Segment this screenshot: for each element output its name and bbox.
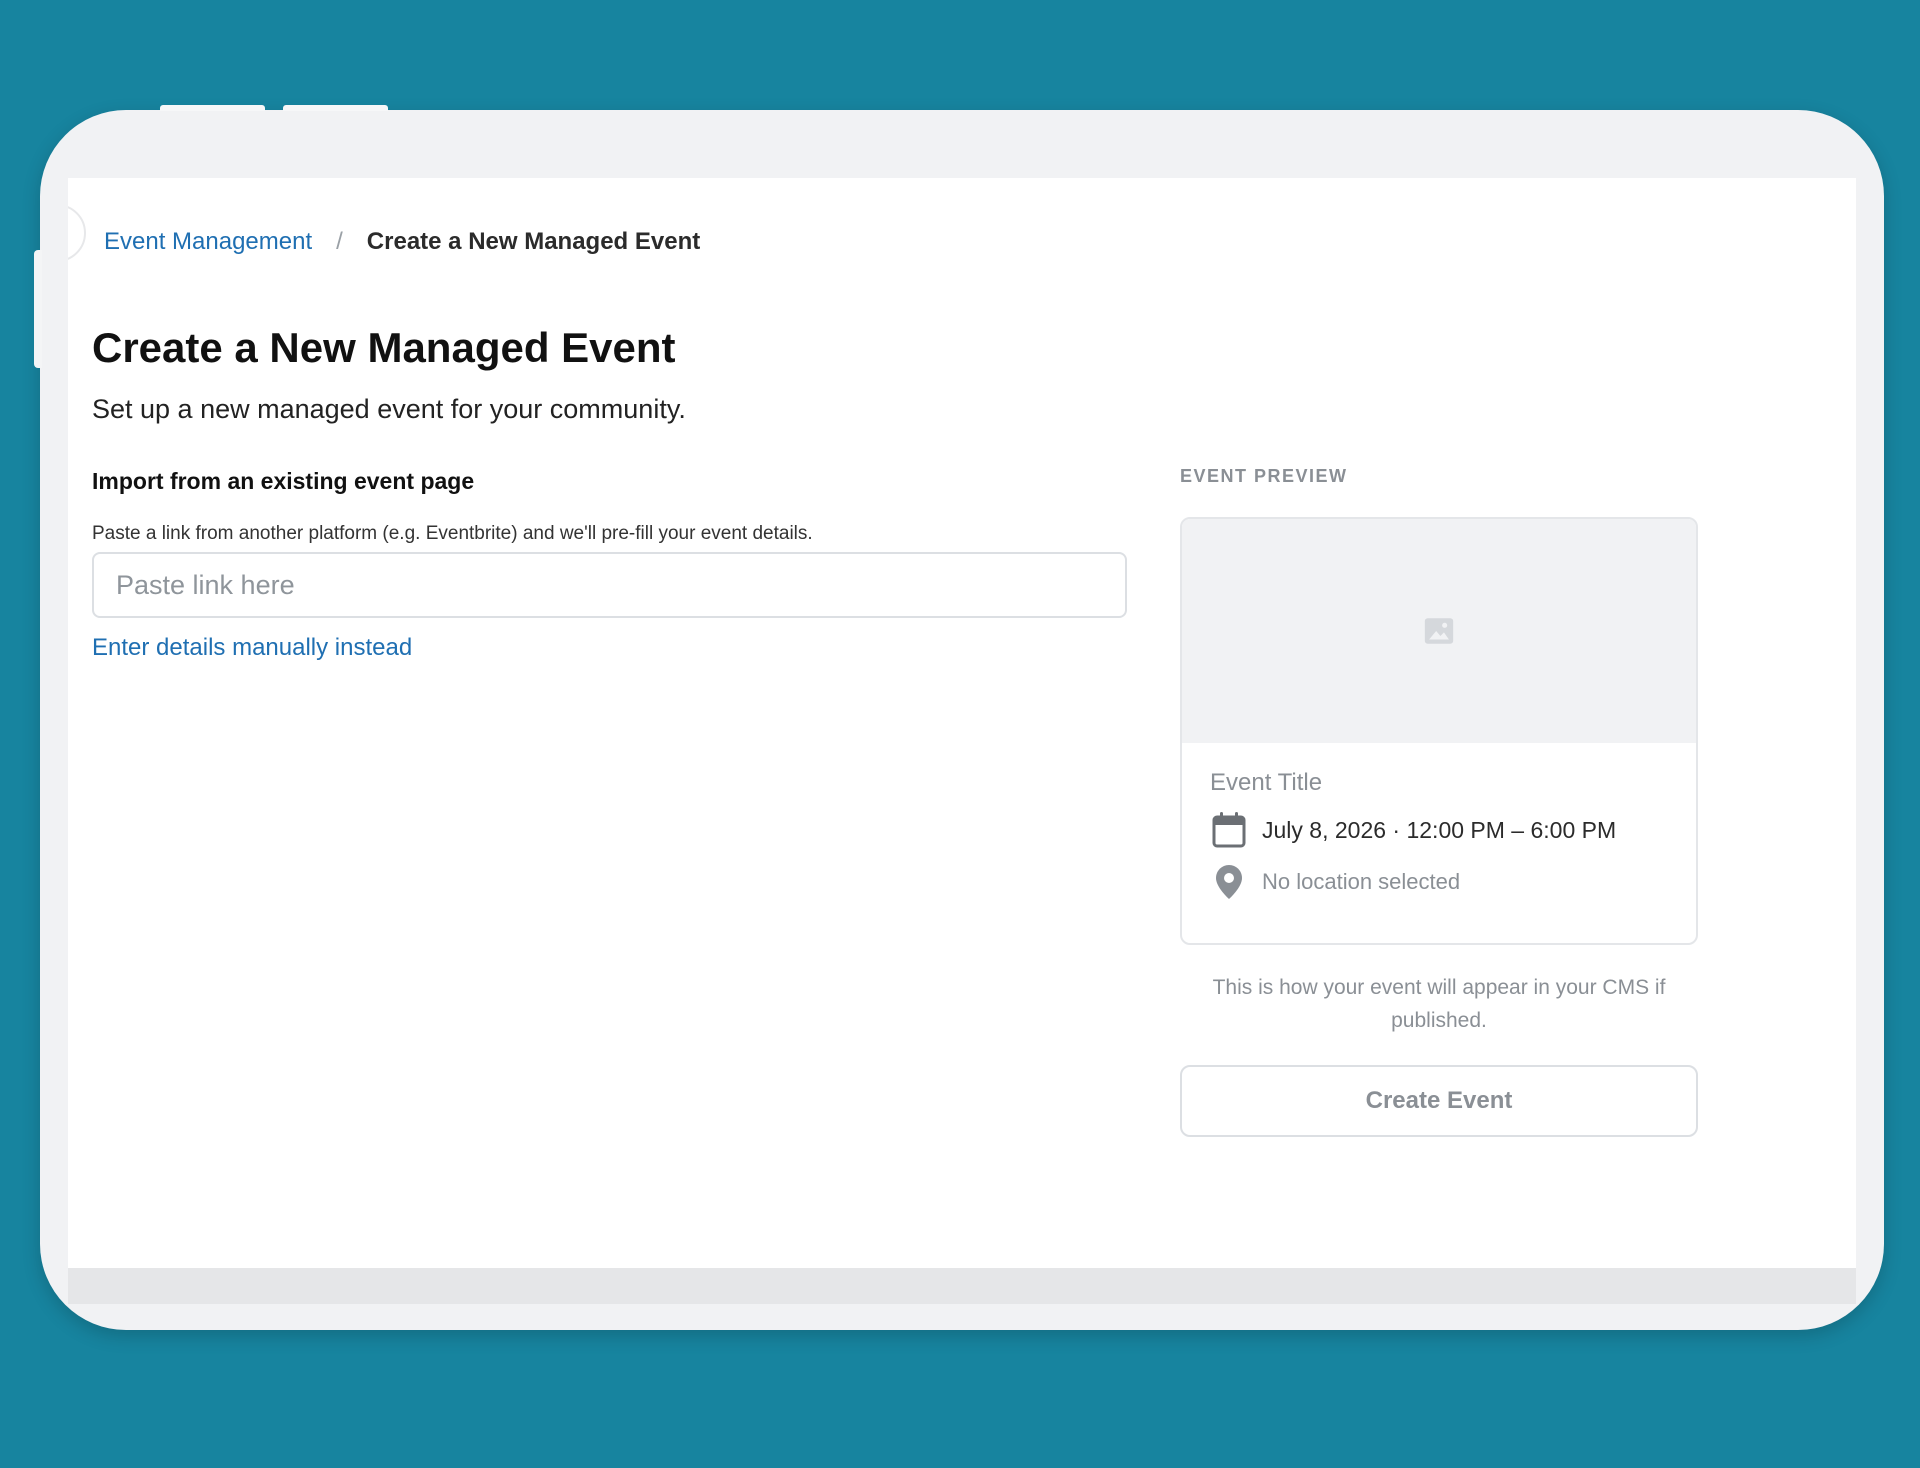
breadcrumb-current: Create a New Managed Event — [366, 228, 701, 255]
import-help-text: Paste a link from another platform (e.g.… — [92, 523, 813, 544]
event-preview-label: EVENT PREVIEW — [1180, 466, 1348, 486]
preview-body: Event Title July 8, 2026 · 12:00 PM – 6:… — [1182, 743, 1696, 927]
image-placeholder-icon — [1424, 618, 1454, 644]
camera-notch — [68, 204, 86, 262]
device-button-top-1 — [160, 105, 265, 111]
import-section-title: Import from an existing event page — [92, 468, 475, 494]
create-event-button[interactable]: Create Event — [1180, 1065, 1698, 1137]
event-preview-card: Event Title July 8, 2026 · 12:00 PM – 6:… — [1180, 517, 1698, 945]
page-subtitle: Set up a new managed event for your comm… — [92, 394, 686, 424]
map-pin-icon — [1210, 863, 1248, 901]
preview-location-row: No location selected — [1210, 863, 1668, 901]
page-title: Create a New Managed Event — [92, 324, 676, 371]
preview-event-title: Event Title — [1210, 769, 1323, 796]
preview-note: This is how your event will appear in yo… — [1212, 976, 1666, 1032]
preview-date-text: July 8, 2026 · 12:00 PM – 6:00 PM — [1262, 816, 1617, 843]
paste-link-input[interactable] — [92, 552, 1127, 618]
app-screen: Event Management / Create a New Managed … — [68, 178, 1856, 1268]
calendar-icon — [1210, 811, 1248, 849]
screen-bottom-bar — [68, 1268, 1856, 1304]
device-button-side — [34, 250, 42, 368]
device-button-top-2 — [283, 105, 388, 111]
preview-date-row: July 8, 2026 · 12:00 PM – 6:00 PM — [1210, 811, 1668, 849]
enter-manually-link[interactable]: Enter details manually instead — [92, 634, 412, 662]
breadcrumb: Event Management / Create a New Managed … — [104, 228, 700, 256]
preview-location-text: No location selected — [1262, 869, 1461, 894]
breadcrumb-link-event-management[interactable]: Event Management — [104, 228, 312, 256]
preview-image-area — [1182, 519, 1696, 743]
breadcrumb-separator: / — [336, 228, 343, 255]
stage: Event Management / Create a New Managed … — [0, 0, 1920, 1468]
